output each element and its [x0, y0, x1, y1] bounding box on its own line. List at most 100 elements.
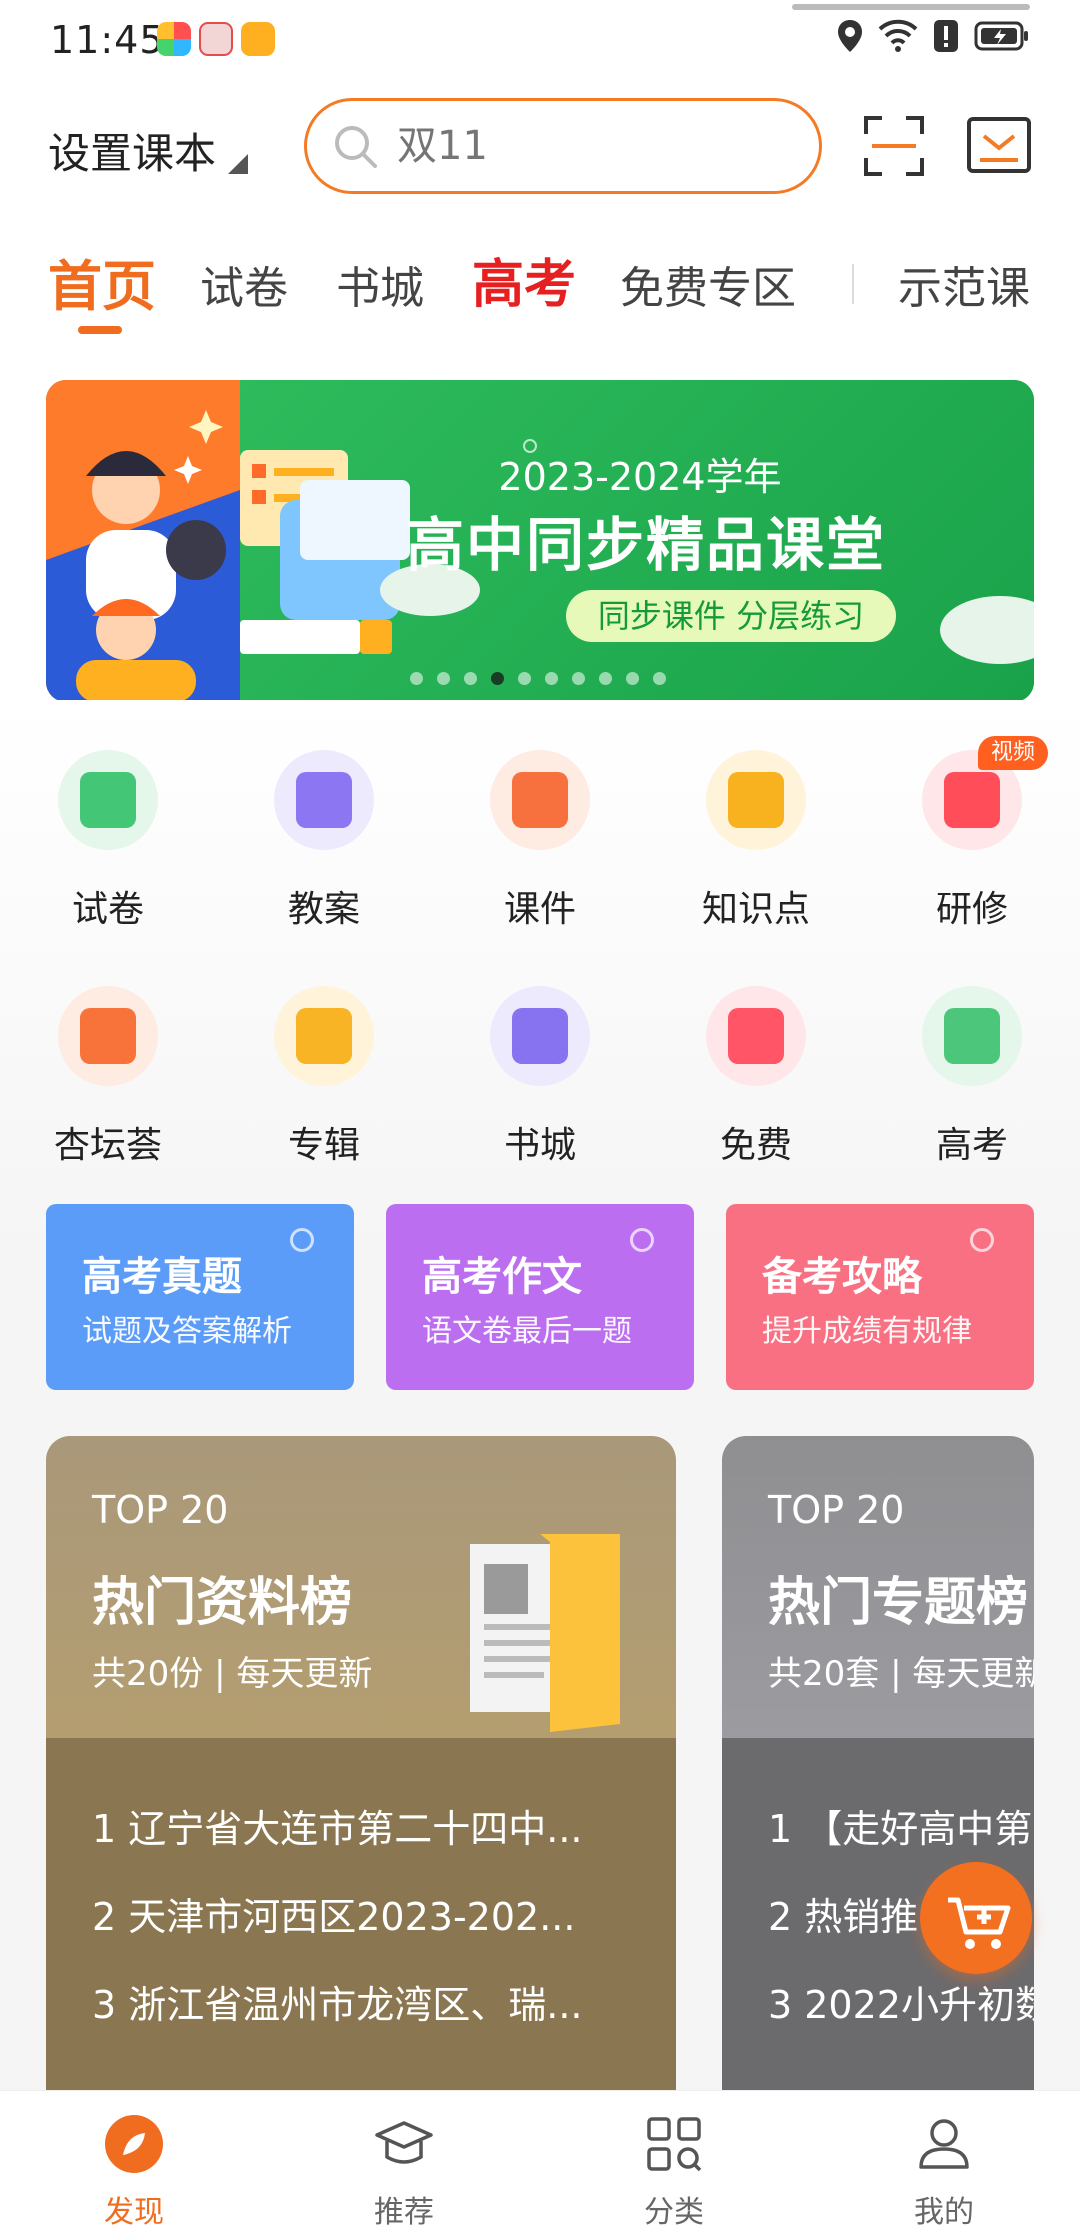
- carousel-dot[interactable]: [653, 672, 666, 685]
- ranking-header: TOP 20 热门资料榜 共20份 | 每天更新: [46, 1436, 676, 1738]
- tab-divider: [852, 264, 854, 304]
- promo-banner[interactable]: 2023-2024学年 高中同步精品课堂 同步课件 分层练习: [46, 380, 1034, 702]
- banner-year: 2023-2024学年: [498, 455, 782, 499]
- carousel-dot[interactable]: [437, 672, 450, 685]
- set-textbook-button[interactable]: 设置课本: [48, 120, 249, 181]
- status-app-icons: [157, 22, 275, 56]
- search-input[interactable]: [397, 123, 777, 169]
- promo-gaokao-real-questions[interactable]: 高考真题 试题及答案解析: [46, 1204, 354, 1390]
- carousel-dot[interactable]: [545, 672, 558, 685]
- grid-label: 书城: [503, 1125, 576, 1166]
- tab-gaokao[interactable]: 高考: [472, 242, 576, 317]
- nav-discover[interactable]: 发现: [54, 2113, 214, 2231]
- grid-item-gaokao[interactable]: 高考: [872, 986, 1072, 1168]
- decor-circle: [630, 1228, 654, 1252]
- grid-label: 高考: [935, 1125, 1008, 1166]
- search-bar[interactable]: [304, 98, 822, 194]
- grid-item-training[interactable]: 研修: [872, 750, 1072, 932]
- book-icon: [490, 986, 590, 1086]
- courseware-icon: [490, 750, 590, 850]
- nav-label: 分类: [644, 2195, 704, 2230]
- grid-item-knowledge[interactable]: 知识点: [656, 750, 856, 932]
- grid-item-courseware[interactable]: 课件: [440, 750, 640, 932]
- promo-subtitle: 试题及答案解析: [82, 1314, 292, 1349]
- folder-icon: [274, 986, 374, 1086]
- nav-category[interactable]: 分类: [594, 2113, 754, 2231]
- battery-icon: [974, 21, 1028, 51]
- ranking-card-materials[interactable]: TOP 20 热门资料榜 共20份 | 每天更新 1 辽宁省大连市第二十四中..…: [46, 1436, 676, 2090]
- folder-doc-icon: [470, 1534, 620, 1732]
- grid-label: 专辑: [287, 1125, 360, 1166]
- window-handle: [792, 4, 1030, 10]
- carousel-dot[interactable]: [464, 672, 477, 685]
- tab-demo-lesson[interactable]: 示范课: [898, 252, 1030, 316]
- ranking-list: 1 辽宁省大连市第二十四中... 2 天津市河西区2023-202... 3 浙…: [46, 1738, 676, 2090]
- papers-icon: [58, 750, 158, 850]
- app-notification-icon: [241, 22, 275, 56]
- alert-icon: [934, 20, 958, 52]
- grid-item-xingtan[interactable]: 杏坛荟: [8, 986, 208, 1168]
- promo-exam-strategy[interactable]: 备考攻略 提升成绩有规律: [726, 1204, 1034, 1390]
- nav-label: 我的: [914, 2195, 974, 2230]
- active-tab-indicator: [78, 326, 122, 334]
- gift-icon: [706, 986, 806, 1086]
- search-icon: [335, 126, 377, 168]
- carousel-dot[interactable]: [410, 672, 423, 685]
- carousel-dot[interactable]: [626, 672, 639, 685]
- nav-recommend[interactable]: 推荐: [324, 2113, 484, 2231]
- decor-circle: [290, 1228, 314, 1252]
- grid-item-albums[interactable]: 专辑: [224, 986, 424, 1168]
- ranking-tag: TOP 20: [768, 1488, 905, 1532]
- ranking-title: 热门资料榜: [92, 1573, 353, 1633]
- tab-papers[interactable]: 试卷: [200, 252, 288, 316]
- grid-item-free[interactable]: 免费: [656, 986, 856, 1168]
- top-header: 设置课本: [0, 92, 1080, 202]
- cart-button[interactable]: [920, 1862, 1032, 1974]
- nav-label: 发现: [104, 2195, 164, 2230]
- ranking-item[interactable]: 3 浙江省温州市龙湾区、瑞...: [92, 1974, 652, 2029]
- set-textbook-label: 设置课本: [48, 129, 217, 178]
- ranking-item[interactable]: 1 辽宁省大连市第二十四中...: [92, 1798, 652, 1853]
- grid-label: 免费: [719, 1125, 792, 1166]
- banner-pill: 同步课件 分层练习: [566, 590, 896, 642]
- tab-free-zone[interactable]: 免费专区: [620, 252, 796, 316]
- grid-item-lesson-plans[interactable]: 教案: [224, 750, 424, 932]
- profile-icon: [919, 2119, 969, 2169]
- promo-subtitle: 提升成绩有规律: [762, 1314, 972, 1349]
- bottom-navigation: 发现 推荐 分类 我的: [0, 2090, 1080, 2240]
- carousel-dot[interactable]: [599, 672, 612, 685]
- grid-item-bookstore[interactable]: 书城: [440, 986, 640, 1168]
- ranking-header: TOP 20 热门专题榜 共20套 | 每天更新: [722, 1436, 1034, 1738]
- ranking-item[interactable]: 2 热销推: [768, 1886, 918, 1941]
- dropdown-corner-icon: [228, 153, 249, 174]
- discover-icon: [105, 2115, 163, 2173]
- category-grid-icon: [647, 2117, 702, 2172]
- cart-add-icon: [948, 1897, 1011, 1949]
- lesson-plan-icon: [274, 750, 374, 850]
- carousel-dot-active[interactable]: [491, 672, 504, 685]
- video-badge: 视频: [978, 736, 1048, 770]
- promo-title: 高考作文: [422, 1254, 582, 1300]
- ranking-item[interactable]: 3 2022小升初数: [768, 1974, 1034, 2029]
- knowledge-star-icon: [706, 750, 806, 850]
- carousel-dot[interactable]: [572, 672, 585, 685]
- promo-gaokao-essay[interactable]: 高考作文 语文卷最后一题: [386, 1204, 694, 1390]
- decor-circle: [970, 1228, 994, 1252]
- carousel-dot[interactable]: [518, 672, 531, 685]
- tab-home[interactable]: 首页: [48, 242, 156, 321]
- grid-item-papers[interactable]: 试卷: [8, 750, 208, 932]
- ranking-subtitle: 共20套 | 每天更新: [768, 1654, 1034, 1694]
- tab-bookstore[interactable]: 书城: [336, 252, 424, 316]
- category-tabs: 首页 试卷 书城 高考 免费专区 示范课: [0, 240, 1080, 340]
- banner-title: 高中同步精品课堂: [405, 511, 886, 579]
- ranking-item[interactable]: 2 天津市河西区2023-202...: [92, 1886, 652, 1941]
- ranking-tag: TOP 20: [92, 1488, 229, 1532]
- ranking-item[interactable]: 1 【走好高中第: [768, 1798, 1032, 1853]
- ranking-card-topics[interactable]: TOP 20 热门专题榜 共20套 | 每天更新 1 【走好高中第 2 热销推 …: [722, 1436, 1034, 2090]
- promo-subtitle: 语文卷最后一题: [422, 1314, 632, 1349]
- nav-profile[interactable]: 我的: [864, 2113, 1024, 2231]
- forum-icon: [58, 986, 158, 1086]
- scan-icon[interactable]: [862, 114, 926, 178]
- grid-label: 杏坛荟: [53, 1125, 162, 1166]
- message-icon[interactable]: [966, 116, 1032, 174]
